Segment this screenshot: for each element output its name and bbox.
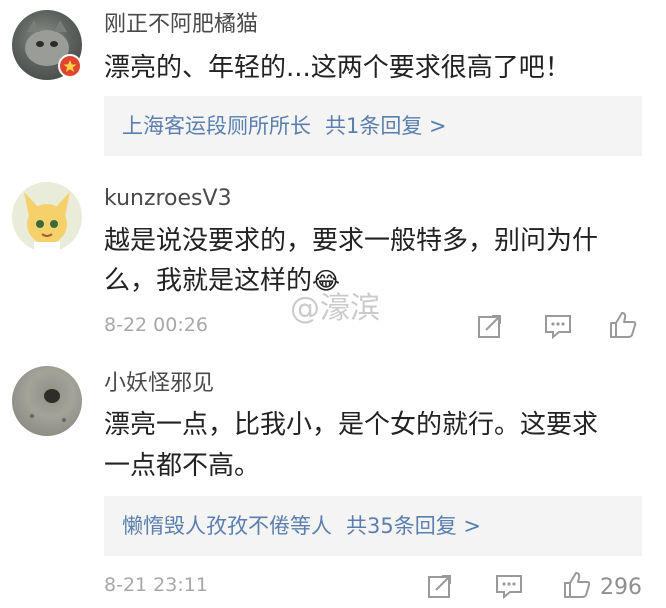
comment-button[interactable] (494, 572, 524, 600)
share-button[interactable] (476, 312, 504, 340)
like-icon (564, 572, 591, 598)
like-icon (610, 312, 637, 338)
comment-username[interactable]: 刚正不阿肥橘猫 (104, 12, 258, 38)
avatar-user-2[interactable] (12, 182, 82, 252)
share-icon (478, 315, 501, 338)
comment-button[interactable] (543, 312, 573, 340)
like-count: 296 (600, 575, 642, 600)
reply-preview[interactable]: 上海客运段厕所所长 共1条回复 > (104, 96, 642, 156)
comment-time: 8-21 23:11 (104, 574, 208, 596)
watermark: @濠滨 (290, 291, 380, 326)
reply-users[interactable]: 上海客运段厕所所长 (104, 114, 311, 138)
verified-badge-icon (58, 54, 82, 78)
comment-time: 8-22 00:26 (104, 314, 208, 336)
comment-username[interactable]: kunzroesV3 (104, 186, 232, 212)
comment-text: 漂亮的、年轻的...这两个要求很高了吧！ (104, 53, 571, 83)
comment-username[interactable]: 小妖怪邪见 (104, 371, 214, 397)
reply-users[interactable]: 懒惰毁人孜孜不倦等人 (104, 514, 332, 538)
like-button[interactable] (608, 310, 638, 340)
comment-icon (496, 575, 522, 600)
reply-count[interactable]: 共1条回复 > (311, 114, 447, 138)
avatar-user-3[interactable] (12, 366, 82, 436)
comment-text-line-2: 一点都不高。 (104, 451, 261, 481)
comment-icon (545, 315, 571, 340)
share-button[interactable] (426, 572, 454, 600)
comment-text-line-1: 漂亮一点，比我小，是个女的就行。这要求 (104, 410, 599, 440)
reply-count[interactable]: 共35条回复 > (332, 514, 481, 538)
share-icon (428, 575, 451, 598)
comment-text-line-2: 么，我就是这样的 (104, 266, 313, 296)
like-button[interactable] (562, 570, 592, 600)
photo-avatar-image (30, 389, 66, 422)
cartoon-avatar-image (24, 192, 70, 252)
comment-text-line-1: 越是说没要求的，要求一般特多，别问为什 (104, 226, 599, 256)
reply-preview[interactable]: 懒惰毁人孜孜不倦等人 共35条回复 > (104, 496, 642, 556)
